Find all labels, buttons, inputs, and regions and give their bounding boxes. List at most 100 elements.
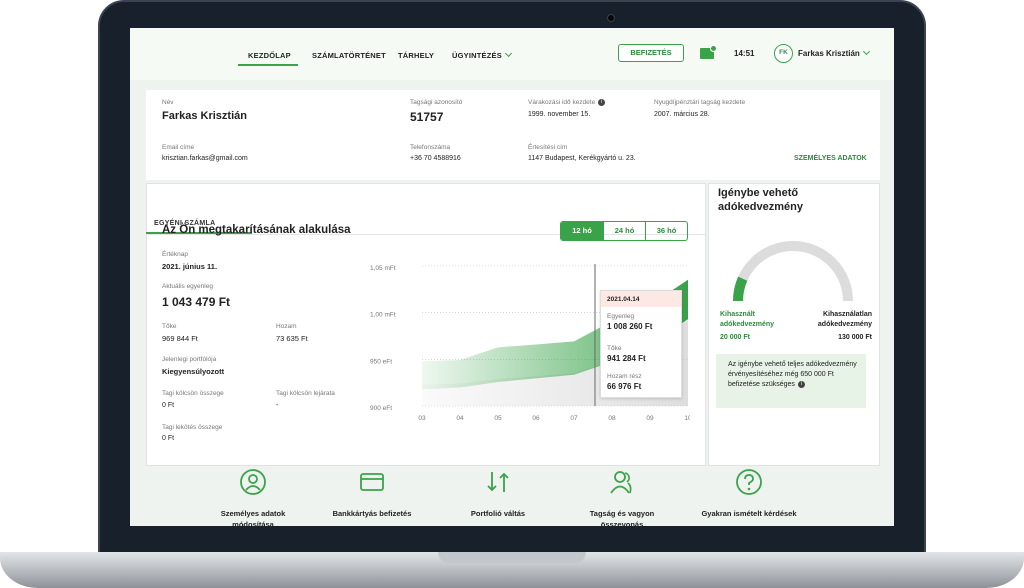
- mail-icon[interactable]: [700, 45, 717, 59]
- gauge-track: [733, 241, 853, 302]
- unused-label: Kihasználatlan adókedvezmény: [817, 311, 872, 328]
- email-label: Email címe: [162, 144, 195, 151]
- x-tick-label: 07: [570, 415, 578, 420]
- gauge-used: [732, 276, 748, 302]
- laptop-notch: [438, 552, 586, 563]
- y-tick-label: 1,05 mFt: [370, 265, 396, 272]
- avatar[interactable]: FK: [774, 44, 793, 63]
- phone-value: +36 70 4588916: [410, 155, 461, 162]
- chevron-down-icon: [862, 47, 870, 56]
- value-date-label: Értéknap: [162, 251, 189, 258]
- lock-value: 0 Ft: [162, 435, 175, 442]
- tax-note-text: Az igénybe vehető teljes adókedvezmény é…: [728, 361, 857, 388]
- action-portfolio-change[interactable]: Portfolió váltás: [448, 468, 548, 519]
- loan-label: Tagi kölcsön összege: [162, 390, 224, 397]
- swap-arrows-icon: [487, 472, 509, 492]
- x-tick-label: 04: [456, 415, 464, 420]
- y-tick-label: 900 eFt: [370, 405, 392, 412]
- tooltip-date: 2021.04.14: [601, 291, 681, 307]
- question-icon: [736, 469, 762, 495]
- tooltip-yield: 66 976 Ft: [607, 382, 642, 391]
- loan-due-value: -: [276, 402, 279, 409]
- action-card-payment[interactable]: Bankkártyás befizetés: [320, 468, 424, 519]
- wait-label-text: Várakozási idő kezdete: [528, 99, 596, 107]
- user-circle-icon: [240, 469, 266, 495]
- portfolio-label: Jelenlegi portfólója: [162, 356, 217, 363]
- chart-tooltip: 2021.04.14 Egyenleg 1 008 260 Ft Tőke 94…: [600, 290, 682, 398]
- period-12[interactable]: 12 hó: [561, 222, 603, 240]
- chevron-down-icon: [504, 49, 512, 58]
- nav-admin-label: ÜGYINTÉZÉS: [452, 51, 502, 60]
- clock: 14:51: [734, 49, 755, 58]
- laptop-frame: KEZDŐLAP SZÁMLATÖRTÉNET TÁRHELY ÜGYINTÉZ…: [0, 0, 1024, 588]
- x-axis: 03 04 05 06 07 08 09 10: [418, 415, 690, 420]
- user-name: Farkas Krisztián: [798, 49, 860, 58]
- tooltip-yield-label: Hozam rész: [607, 373, 642, 380]
- balance-value: 1 043 479 Ft: [162, 295, 231, 309]
- tooltip-capital-label: Tőke: [607, 345, 622, 352]
- savings-title: Az Ön megtakarításának alakulása: [162, 224, 351, 236]
- capital-label: Tőke: [162, 323, 177, 330]
- tax-title: Igénybe vehető adókedvezmény: [718, 187, 803, 213]
- pension-label: Nyugdíjpénztári tagság kezdete: [654, 99, 746, 106]
- x-tick-label: 03: [418, 415, 426, 420]
- action-label: Bankkártyás befizetés: [332, 509, 412, 518]
- info-icon[interactable]: i: [797, 380, 805, 388]
- nav-storage[interactable]: TÁRHELY: [398, 51, 434, 60]
- wait-value: 1999. november 15.: [528, 111, 591, 118]
- address-value: 1147 Budapest, Kerékgyártó u. 23.: [528, 155, 636, 162]
- loan-due-label: Tagi kölcsön lejárata: [276, 390, 335, 397]
- name-label: Név: [162, 99, 174, 106]
- balance-label: Aktuális egyenleg: [162, 283, 213, 290]
- value-date: 2021. június 11.: [162, 262, 218, 271]
- personal-data-link[interactable]: SZEMÉLYES ADATOK: [794, 155, 867, 162]
- x-tick-label: 09: [646, 415, 654, 420]
- y-tick-label: 950 eFt: [370, 358, 392, 365]
- nav-admin[interactable]: ÜGYINTÉZÉS: [452, 49, 512, 60]
- action-merge[interactable]: Tagság és vagyon összevonás: [572, 468, 672, 526]
- action-label: Személyes adatok módosítása: [220, 509, 286, 526]
- profile-card: Név Farkas Krisztián Tagsági azonosító 5…: [146, 90, 880, 180]
- tax-gauge: [732, 241, 853, 302]
- period-24[interactable]: 24 hó: [603, 222, 645, 240]
- nav-active-underline: [238, 64, 298, 66]
- used-label: Kihasznált adókedvezmény: [720, 311, 775, 328]
- tooltip-capital: 941 284 Ft: [607, 354, 646, 363]
- yield-value: 73 635 Ft: [276, 334, 308, 343]
- top-nav: KEZDŐLAP SZÁMLATÖRTÉNET TÁRHELY ÜGYINTÉZ…: [130, 28, 894, 80]
- credit-card-icon: [360, 473, 384, 491]
- action-label: Gyakran ismételt kérdések: [701, 509, 797, 518]
- period-selector: 12 hó 24 hó 36 hó: [560, 221, 688, 241]
- action-personal-data[interactable]: Személyes adatok módosítása: [208, 468, 298, 526]
- yield-label: Hozam: [276, 323, 297, 330]
- phone-label: Telefonszáma: [410, 144, 451, 151]
- nav-history[interactable]: SZÁMLATÖRTÉNET: [312, 51, 386, 60]
- capital-value: 969 844 Ft: [162, 334, 198, 343]
- member-id-label: Tagsági azonosító: [410, 99, 463, 106]
- lock-label: Tagi lekötés összege: [162, 424, 223, 431]
- member-id-value: 51757: [410, 110, 444, 124]
- pay-button[interactable]: BEFIZETÉS: [618, 44, 684, 62]
- period-36[interactable]: 36 hó: [645, 222, 687, 240]
- x-tick-label: 06: [532, 415, 540, 420]
- x-tick-label: 10: [684, 415, 690, 420]
- info-icon[interactable]: i: [598, 99, 606, 106]
- tooltip-balance-label: Egyenleg: [607, 313, 635, 320]
- pension-value: 2007. március 28.: [654, 111, 710, 118]
- wait-label: Várakozási idő kezdete i: [528, 99, 606, 107]
- tax-note: Az igénybe vehető teljes adókedvezmény é…: [716, 354, 866, 408]
- unused-value: 130 000 Ft: [838, 334, 872, 341]
- action-label: Portfolió váltás: [470, 509, 526, 518]
- y-tick-label: 1,00 mFt: [370, 312, 396, 319]
- camera: [607, 14, 615, 22]
- email-value: krisztian.farkas@gmail.com: [162, 155, 248, 162]
- portfolio-value: Kiegyensúlyozott: [162, 367, 225, 376]
- used-value: 20 000 Ft: [720, 334, 750, 341]
- x-tick-label: 05: [494, 415, 502, 420]
- users-icon: [610, 471, 632, 494]
- user-menu[interactable]: Farkas Krisztián: [798, 47, 870, 58]
- app-screen: KEZDŐLAP SZÁMLATÖRTÉNET TÁRHELY ÜGYINTÉZ…: [130, 28, 894, 526]
- nav-home[interactable]: KEZDŐLAP: [248, 51, 291, 60]
- action-faq[interactable]: Gyakran ismételt kérdések: [690, 468, 808, 519]
- action-label: Tagság és vagyon összevonás: [589, 509, 655, 526]
